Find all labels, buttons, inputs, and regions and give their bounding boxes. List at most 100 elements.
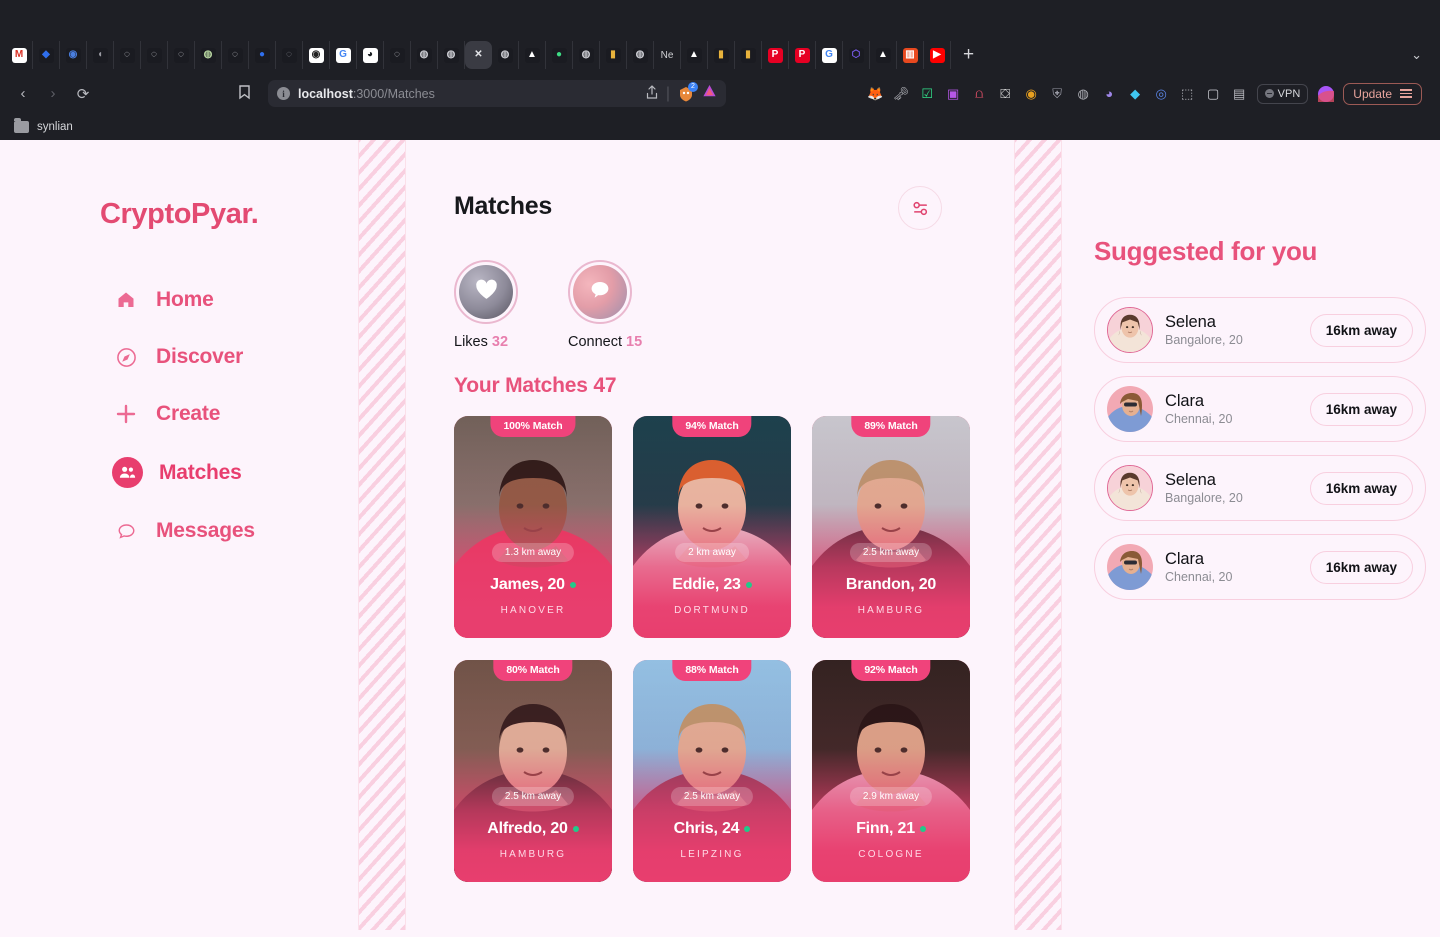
share-icon[interactable] — [646, 85, 658, 102]
vpn-button[interactable]: VPN — [1256, 83, 1309, 104]
tab-pinterest-tab-1[interactable]: P — [762, 41, 789, 69]
app-logo[interactable]: CryptoPyar. — [0, 198, 358, 231]
tab-pinterest-tab-2[interactable]: P — [789, 41, 816, 69]
tab-youtube-tab[interactable]: ▶ — [924, 41, 951, 69]
sidebar-item-discover[interactable]: Discover — [112, 343, 358, 371]
ring-blue-icon[interactable]: ◎ — [1153, 85, 1170, 102]
tab-list-chevron-icon[interactable]: ⌄ — [1411, 47, 1434, 63]
back-button[interactable]: ‹ — [10, 81, 36, 107]
address-bar[interactable]: i localhost:3000/Matches | 2 — [268, 80, 726, 107]
tab-globe-tab-3[interactable]: ◍ — [438, 41, 465, 69]
suggested-item[interactable]: Clara Chennai, 20 16km away — [1094, 376, 1426, 442]
update-button[interactable]: Update — [1343, 82, 1422, 105]
bookmark-folder-label[interactable]: synlian — [37, 121, 73, 133]
tab-colorful-tab-1[interactable]: ▮ — [600, 41, 627, 69]
suggested-item[interactable]: Clara Chennai, 20 16km away — [1094, 534, 1426, 600]
tab-ghost-tab[interactable]: ◖ — [87, 41, 114, 69]
tab-fingerprint-tab[interactable]: ◉ — [303, 41, 330, 69]
purple-square-icon[interactable]: ▣ — [945, 85, 962, 102]
puzzle-icon[interactable]: ⬚ — [1179, 85, 1196, 102]
extension-badge-icon[interactable]: 2 — [678, 81, 698, 102]
app-page: CryptoPyar. Home Discover Create Matches Mes… — [0, 140, 1440, 930]
match-city: COLOGNE — [858, 849, 924, 860]
tab-globe-tab-2[interactable]: ◍ — [411, 41, 438, 69]
tab-blue-diamond-tab[interactable]: ◆ — [33, 41, 60, 69]
match-card[interactable]: 94% Match 2 km away Eddie, 23 DORTMUND — [633, 416, 791, 638]
bee-icon[interactable]: ◉ — [1023, 85, 1040, 102]
tab-orange-tab[interactable]: ▥ — [897, 41, 924, 69]
tab-purple-ring-tab[interactable]: ⬡ — [843, 41, 870, 69]
tab-ring-tab-1[interactable]: ◉ — [60, 41, 87, 69]
tab-google-tab-2[interactable]: G — [816, 41, 843, 69]
new-tab-button[interactable]: + — [951, 44, 986, 66]
match-card[interactable]: 80% Match 2.5 km away Alfredo, 20 HAMBURG — [454, 660, 612, 882]
tab-globe-tab-1[interactable]: ◍ — [195, 41, 222, 69]
tab-green-circle-tab[interactable]: ● — [546, 41, 573, 69]
match-card[interactable]: 100% Match 1.3 km away James, 20 HANOVER — [454, 416, 612, 638]
suggested-item-distance[interactable]: 16km away — [1309, 392, 1413, 426]
keeper-icon[interactable]: 🗝 — [893, 85, 910, 102]
circle-gray-icon[interactable]: ◍ — [1075, 85, 1092, 102]
match-card[interactable]: 89% Match 2.5 km away Brandon, 20 HAMBURG — [812, 416, 970, 638]
suggested-item-name: Selena — [1165, 313, 1216, 331]
sidebar-item-create[interactable]: Create — [112, 400, 358, 428]
tab-triangle-tab-3[interactable]: ▲ — [870, 41, 897, 69]
tab-ring-tab-3[interactable]: ◌ — [141, 41, 168, 69]
filter-button[interactable] — [898, 186, 942, 230]
stat-connect-button[interactable] — [568, 260, 632, 324]
suggested-item-distance[interactable]: 16km away — [1309, 550, 1413, 584]
metamask-icon[interactable]: 🦊 — [867, 85, 884, 102]
tab-ring-tab-6[interactable]: ◌ — [384, 41, 411, 69]
reload-button[interactable]: ⟳ — [70, 81, 96, 107]
site-info-icon[interactable]: i — [277, 87, 290, 100]
tab-globe-tab-4[interactable]: ◍ — [492, 41, 519, 69]
diamond-blue-icon[interactable]: ◆ — [1127, 85, 1144, 102]
tab-google-tab-1[interactable]: G — [330, 41, 357, 69]
ghost-icon[interactable]: ◕ — [1101, 85, 1118, 102]
stat-likes-button[interactable] — [454, 260, 518, 324]
suggested-item[interactable]: Selena Bangalore, 20 16km away — [1094, 455, 1426, 521]
shield-icon[interactable]: ⛨ — [1049, 85, 1066, 102]
forward-button[interactable]: › — [40, 81, 66, 107]
match-card[interactable]: 88% Match 2.5 km away Chris, 24 LEIPZING — [633, 660, 791, 882]
tab-gmail-tab[interactable]: M — [6, 41, 33, 69]
tab-github-tab[interactable]: ◕ — [357, 41, 384, 69]
tab-triangle-tab-2[interactable]: ▲ — [681, 41, 708, 69]
tab-colorful-tab-3[interactable]: ▮ — [735, 41, 762, 69]
match-name-text: James, 20 — [490, 576, 565, 593]
tab-netflix-tab[interactable]: Ne — [654, 41, 681, 69]
bookmark-icon[interactable] — [238, 84, 251, 103]
brave-rewards-icon[interactable] — [702, 84, 717, 104]
compass-icon — [112, 343, 140, 371]
suggested-item-text: Clara Chennai, 20 — [1165, 550, 1298, 584]
people-red-icon[interactable]: ⩍ — [971, 85, 988, 102]
tab-triangle-tab-1[interactable]: ▲ — [519, 41, 546, 69]
tab-blue-circle-tab[interactable]: ● — [249, 41, 276, 69]
match-distance-chip: 2.5 km away — [849, 543, 933, 562]
menu-hamburger-icon[interactable] — [1400, 89, 1412, 98]
profile-avatar[interactable] — [1317, 85, 1334, 102]
sidebar-item-messages[interactable]: Messages — [112, 517, 358, 545]
sidebar-item-home[interactable]: Home — [112, 286, 358, 314]
suggested-item[interactable]: Selena Bangalore, 20 16km away — [1094, 297, 1426, 363]
sidebar-icon[interactable]: ▢ — [1205, 85, 1222, 102]
tab-ring-tab-5[interactable]: ◌ — [222, 41, 249, 69]
suggested-list: Selena Bangalore, 20 16km away Clara Chennai… — [1094, 297, 1426, 600]
match-card[interactable]: 92% Match 2.9 km away Finn, 21 COLOGNE — [812, 660, 970, 882]
tab-ring-tab-2[interactable]: ◌ — [114, 41, 141, 69]
tab-dashed-ring-tab[interactable]: ◌ — [276, 41, 303, 69]
ring-tab-1-icon: ◉ — [65, 47, 81, 63]
tab-globe-tab-6[interactable]: ◍ — [627, 41, 654, 69]
tab-colorful-tab-2[interactable]: ▮ — [708, 41, 735, 69]
match-name-text: Brandon, 20 — [845, 576, 937, 593]
suggested-item-distance[interactable]: 16km away — [1309, 313, 1413, 347]
suggested-item-distance[interactable]: 16km away — [1309, 471, 1413, 505]
checkmark-green-icon[interactable]: ☑ — [919, 85, 936, 102]
wallet-icon[interactable]: ▤ — [1231, 85, 1248, 102]
people-icon — [112, 457, 143, 488]
letterboxd-icon[interactable]: ⛋ — [997, 85, 1014, 102]
tab-ring-tab-4[interactable]: ◌ — [168, 41, 195, 69]
tab-active-close-tab[interactable]: ✕ — [465, 41, 492, 69]
tab-globe-tab-5[interactable]: ◍ — [573, 41, 600, 69]
sidebar-item-matches[interactable]: Matches — [112, 457, 358, 488]
